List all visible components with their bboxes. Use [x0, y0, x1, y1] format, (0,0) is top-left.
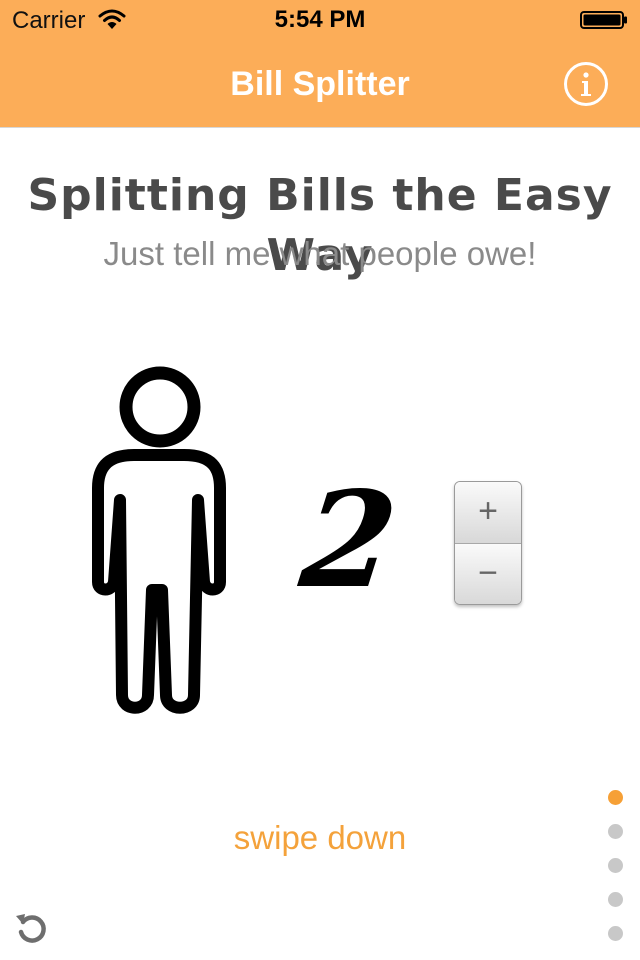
status-bar: Carrier 5:54 PM: [0, 0, 640, 40]
people-stepper[interactable]: + −: [454, 481, 522, 605]
page-dot: [608, 790, 623, 805]
refresh-icon[interactable]: [14, 910, 50, 946]
decrement-button[interactable]: −: [455, 544, 521, 604]
info-icon[interactable]: [564, 62, 608, 106]
page-dot: [608, 824, 623, 839]
swipe-hint: swipe down: [233, 819, 407, 856]
nav-title: Bill Splitter: [230, 65, 410, 103]
page-dot: [608, 926, 623, 941]
person-icon: [92, 366, 226, 714]
battery-icon: [580, 11, 627, 29]
page-subhead: Just tell me what people owe!: [103, 235, 537, 272]
page-dot: [608, 892, 623, 907]
status-time: 5:54 PM: [274, 6, 366, 33]
people-count: 2: [293, 463, 405, 618]
app-header: Carrier 5:54 PM Bill Splitter: [0, 0, 640, 128]
increment-button[interactable]: +: [455, 482, 521, 544]
page-dot: [608, 858, 623, 873]
page-indicator: [608, 790, 624, 950]
